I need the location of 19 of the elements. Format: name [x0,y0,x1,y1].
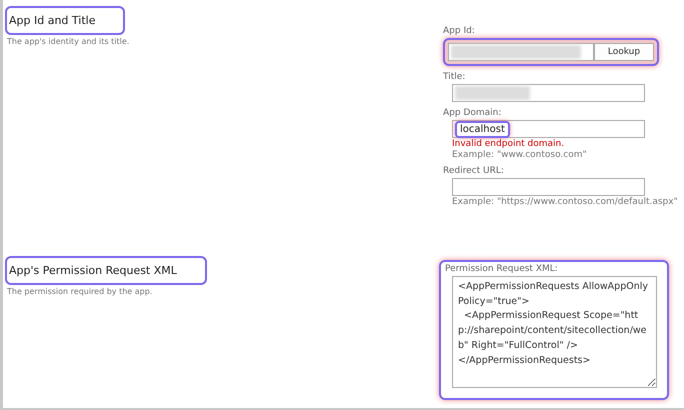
field-value: localhost [455,120,510,138]
example-hint: Example: "www.contoso.com" [452,150,588,160]
field-label: App Id: [443,26,476,36]
xml-textarea[interactable]: <AppPermissionRequests AllowAppOnlyPolicy="true"> <AppPermissionRequest Scope="http://sharepoint/content/sitecollection/web" Right="FullControl" /> </AppPermissionRequests> [452,276,657,388]
field-label: App Domain: [443,108,502,118]
section-description: The app's identity and its title. [6,37,130,46]
error-message: Invalid endpoint domain. [452,139,566,149]
section-heading: App's Permission Request XML [5,256,207,285]
text-field[interactable] [452,178,645,196]
lookup-button[interactable]: Lookup [594,43,654,61]
text-field[interactable] [452,84,645,102]
text-field[interactable]: localhost [452,120,645,138]
section-description: The permission required by the app. [6,287,154,296]
app-id-field[interactable] [448,43,594,61]
field-label: Permission Request XML: [445,264,559,274]
example-hint: Example: "https://www.contoso.com/default.aspx" [452,197,679,207]
field-label: Redirect URL: [443,166,505,176]
field-label: Title: [443,72,466,82]
section-heading: App Id and Title [5,6,126,35]
